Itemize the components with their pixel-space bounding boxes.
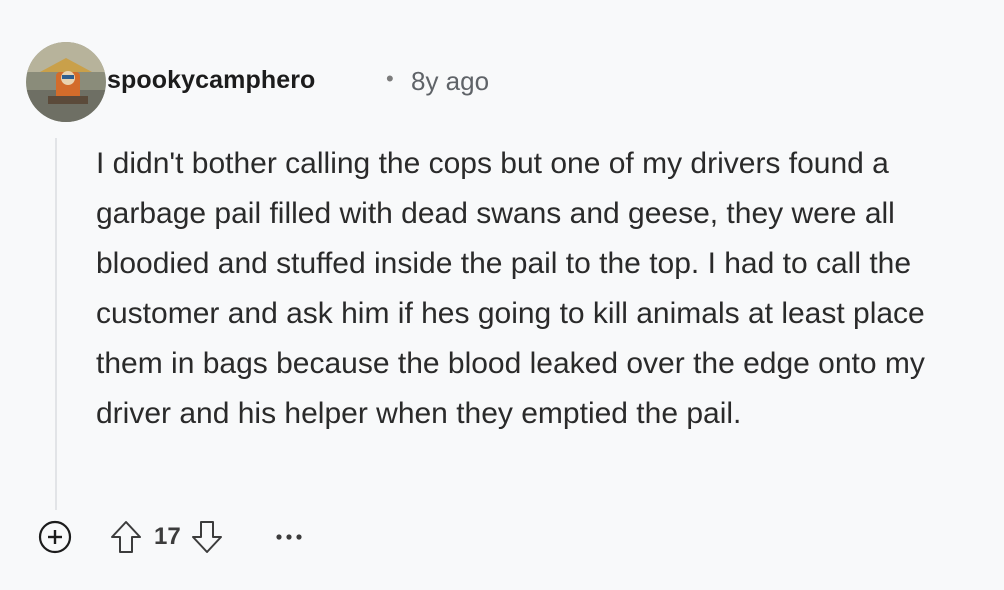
downvote-arrow-icon [191,521,222,553]
author-username[interactable]: spookycamphero [107,66,315,95]
vote-controls: 17 [106,517,227,557]
more-options-button[interactable] [269,517,309,557]
upvote-arrow-icon [111,521,141,553]
plus-circle-icon [38,520,72,554]
thread-line[interactable] [55,138,57,510]
avatar-icon [26,42,106,122]
comment-body: I didn't bother calling the cops but one… [96,147,925,430]
more-options-icon [276,534,302,540]
vote-score: 17 [154,523,181,550]
comment-timestamp[interactable]: 8y ago [411,66,489,97]
comment-action-bar: 17 [36,515,309,559]
meta-separator: • [386,66,394,91]
upvote-button[interactable] [106,517,146,557]
avatar[interactable] [26,42,106,122]
expand-thread-button[interactable] [36,518,74,556]
comment-card: spookycamphero • 8y ago I didn't bother … [0,0,1004,590]
downvote-button[interactable] [187,517,227,557]
